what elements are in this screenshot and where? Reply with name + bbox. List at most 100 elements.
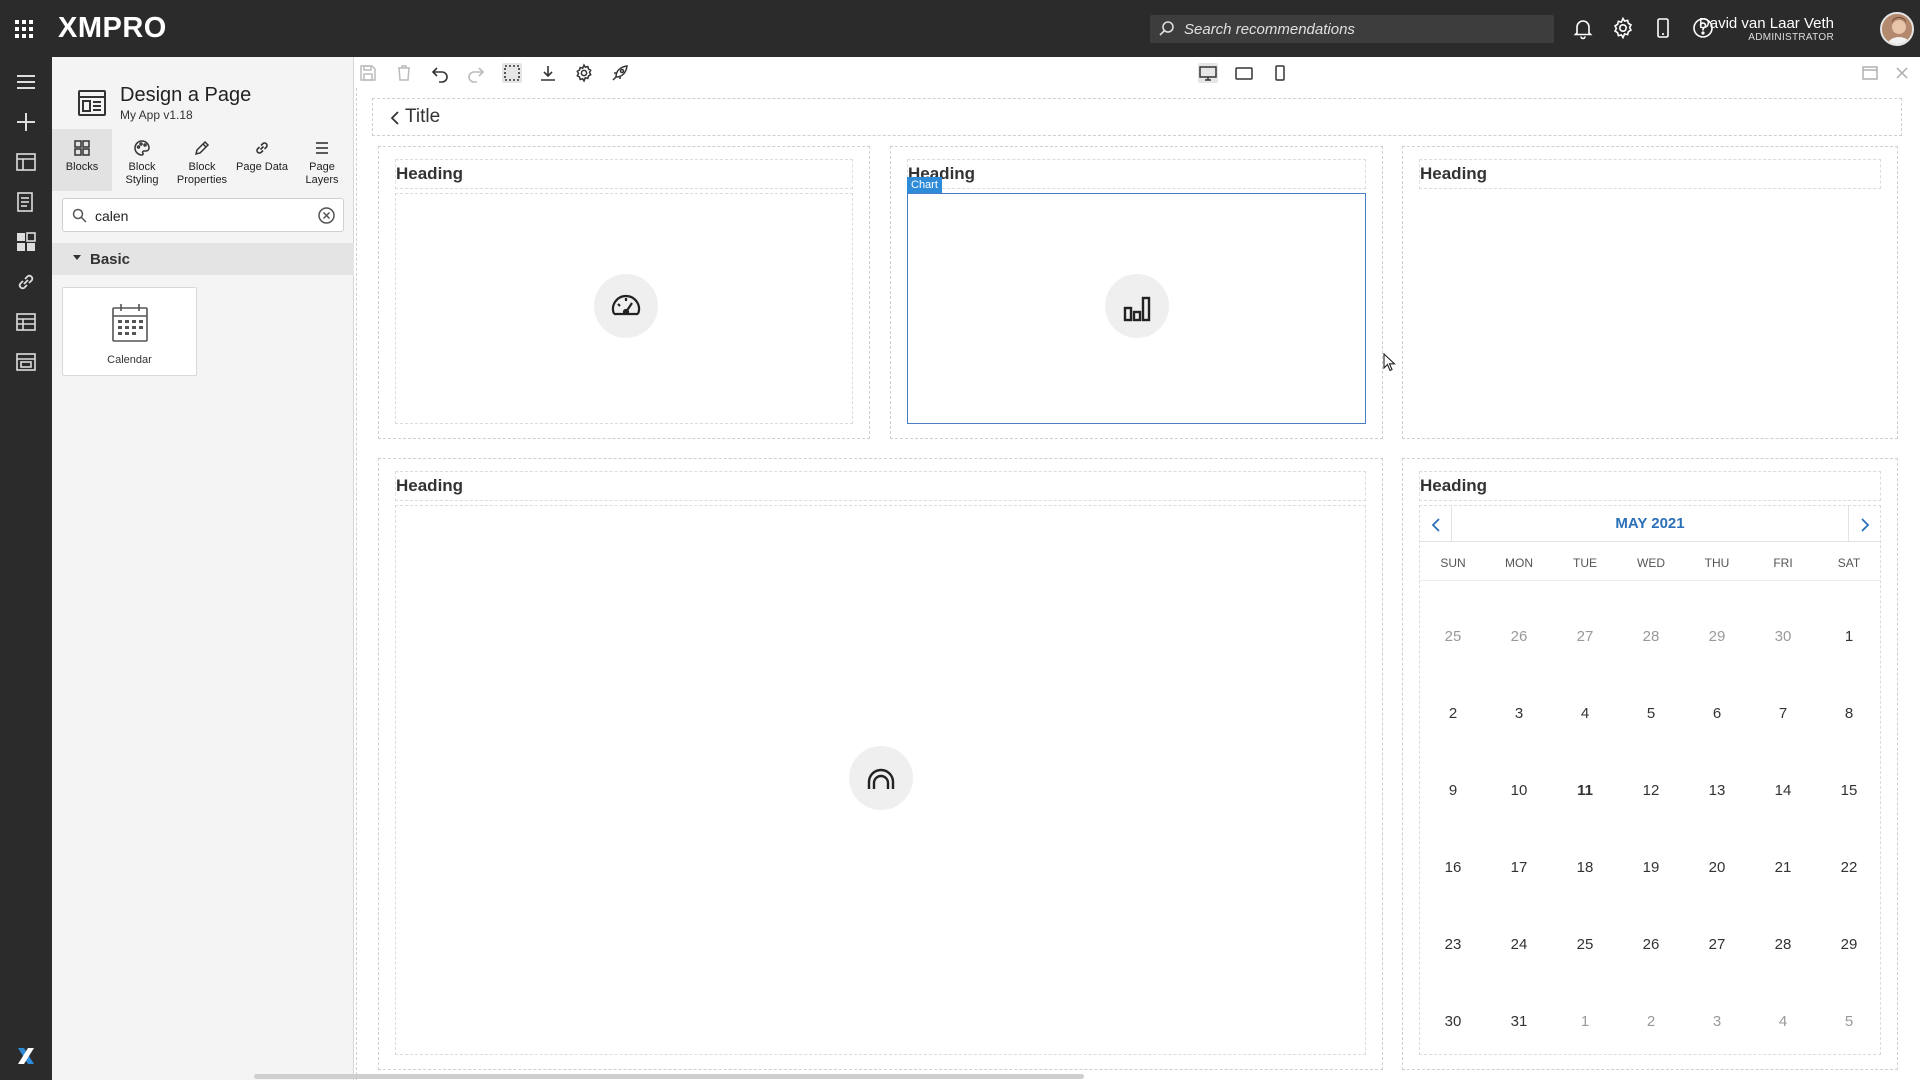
calendar-month-label[interactable]: MAY 2021 [1452, 515, 1848, 532]
gauge-block[interactable]: Heading [378, 146, 870, 439]
empty-block[interactable]: Heading [1402, 146, 1898, 439]
calendar-day[interactable]: 2 [1618, 1013, 1684, 1030]
search-input[interactable] [1184, 19, 1544, 39]
calendar-day[interactable]: 28 [1618, 628, 1684, 645]
back-chevron-icon[interactable] [389, 110, 401, 126]
block-heading[interactable]: Heading [395, 159, 853, 189]
tab-block-properties[interactable]: Block Properties [172, 129, 232, 191]
arc-placeholder[interactable] [395, 505, 1366, 1055]
calendar-day[interactable]: 28 [1750, 936, 1816, 953]
calendar-day[interactable]: 4 [1552, 705, 1618, 722]
calendar-day[interactable]: 30 [1420, 1013, 1486, 1030]
dashboard-icon[interactable] [13, 149, 39, 175]
user-name[interactable]: David van Laar Veth [1699, 15, 1834, 32]
group-basic-header[interactable]: Basic [52, 243, 354, 275]
calendar-day[interactable]: 8 [1816, 705, 1882, 722]
app-logo[interactable]: XMPRO [58, 12, 167, 45]
mobile-view-icon[interactable] [1270, 63, 1290, 83]
menu-icon[interactable] [13, 69, 39, 95]
horizontal-scrollbar[interactable] [254, 1074, 1084, 1079]
calendar-day[interactable]: 2 [1420, 705, 1486, 722]
bell-icon[interactable] [1571, 16, 1595, 40]
calendar-day[interactable]: 26 [1486, 628, 1552, 645]
calendar-day[interactable]: 15 [1816, 782, 1882, 799]
chart-placeholder-selected[interactable]: Chart [907, 177, 1366, 424]
calendar-day[interactable]: 24 [1486, 936, 1552, 953]
canvas-title[interactable]: Title [405, 106, 440, 128]
calendar-day[interactable]: 11 [1552, 782, 1618, 799]
previous-month-button[interactable] [1420, 506, 1452, 542]
settings-gear-icon[interactable] [1611, 16, 1635, 40]
page-title-bar[interactable]: Title [372, 98, 1902, 136]
chart-block[interactable]: Heading Chart [890, 146, 1383, 439]
publish-rocket-icon[interactable] [610, 63, 630, 83]
link-icon[interactable] [13, 269, 39, 295]
download-icon[interactable] [538, 63, 558, 83]
calendar-day[interactable]: 10 [1486, 782, 1552, 799]
calendar-day[interactable]: 21 [1750, 859, 1816, 876]
close-icon[interactable] [1892, 63, 1912, 83]
block-search-input[interactable] [95, 206, 295, 226]
calendar-day[interactable]: 13 [1684, 782, 1750, 799]
calendar-day[interactable]: 17 [1486, 859, 1552, 876]
block-heading[interactable]: Heading [1419, 471, 1881, 501]
selection-outline-icon[interactable] [502, 63, 522, 83]
block-search[interactable] [62, 198, 344, 232]
calendar-day[interactable]: 14 [1750, 782, 1816, 799]
add-icon[interactable] [13, 109, 39, 135]
tablet-view-icon[interactable] [1234, 63, 1254, 83]
settings-icon[interactable] [574, 63, 594, 83]
next-month-button[interactable] [1848, 506, 1880, 542]
apps-grid-icon[interactable] [12, 17, 36, 41]
calendar-day[interactable]: 18 [1552, 859, 1618, 876]
calendar-day[interactable]: 30 [1750, 628, 1816, 645]
calendar-widget-block[interactable]: Heading MAY 2021 SUN MON TUE WED THU FRI SAT 25… [1402, 458, 1898, 1070]
calendar-day[interactable]: 20 [1684, 859, 1750, 876]
tab-blocks[interactable]: Blocks [52, 129, 112, 191]
calendar-day[interactable]: 1 [1552, 1013, 1618, 1030]
apps-list-icon[interactable] [13, 349, 39, 375]
large-block[interactable]: Heading [378, 458, 1383, 1070]
calendar-day[interactable]: 5 [1618, 705, 1684, 722]
calendar-day[interactable]: 12 [1618, 782, 1684, 799]
avatar[interactable] [1880, 12, 1914, 46]
calendar-day[interactable]: 1 [1816, 628, 1882, 645]
save-icon[interactable] [358, 63, 378, 83]
data-stream-icon[interactable] [13, 309, 39, 335]
calendar-block[interactable]: Calendar [62, 287, 197, 376]
widgets-icon[interactable] [13, 229, 39, 255]
calendar-day[interactable]: 23 [1420, 936, 1486, 953]
calendar-day[interactable]: 27 [1552, 628, 1618, 645]
calendar-day[interactable]: 9 [1420, 782, 1486, 799]
desktop-view-icon[interactable] [1198, 63, 1218, 83]
calendar-day[interactable]: 26 [1618, 936, 1684, 953]
calendar-day[interactable]: 25 [1552, 936, 1618, 953]
calendar-day[interactable]: 4 [1750, 1013, 1816, 1030]
delete-icon[interactable] [394, 63, 414, 83]
tab-page-layers[interactable]: Page Layers [292, 129, 352, 191]
recommendations-search[interactable] [1150, 15, 1554, 43]
calendar-widget[interactable]: MAY 2021 SUN MON TUE WED THU FRI SAT 25 26 27 28 29… [1419, 505, 1881, 1055]
block-heading[interactable]: Heading [395, 471, 1366, 501]
xmpro-x-logo-icon[interactable] [13, 1043, 39, 1069]
gauge-placeholder[interactable] [395, 193, 853, 424]
tab-page-data[interactable]: Page Data [232, 129, 292, 191]
design-canvas[interactable]: Title Heading Heading Chart Heading Head… [356, 88, 1906, 1080]
calendar-day[interactable]: 31 [1486, 1013, 1552, 1030]
calendar-day[interactable]: 6 [1684, 705, 1750, 722]
redo-icon[interactable] [466, 63, 486, 83]
calendar-day[interactable]: 29 [1684, 628, 1750, 645]
maximize-icon[interactable] [1860, 63, 1880, 83]
calendar-day[interactable]: 22 [1816, 859, 1882, 876]
calendar-day[interactable]: 29 [1816, 936, 1882, 953]
calendar-day[interactable]: 16 [1420, 859, 1486, 876]
calendar-day[interactable]: 19 [1618, 859, 1684, 876]
tab-block-styling[interactable]: Block Styling [112, 129, 172, 191]
clear-search-icon[interactable] [318, 207, 335, 224]
calendar-day[interactable]: 3 [1684, 1013, 1750, 1030]
notebook-icon[interactable] [13, 189, 39, 215]
block-heading[interactable]: Heading [907, 159, 1366, 189]
calendar-day[interactable]: 7 [1750, 705, 1816, 722]
calendar-day[interactable]: 3 [1486, 705, 1552, 722]
calendar-day[interactable]: 25 [1420, 628, 1486, 645]
